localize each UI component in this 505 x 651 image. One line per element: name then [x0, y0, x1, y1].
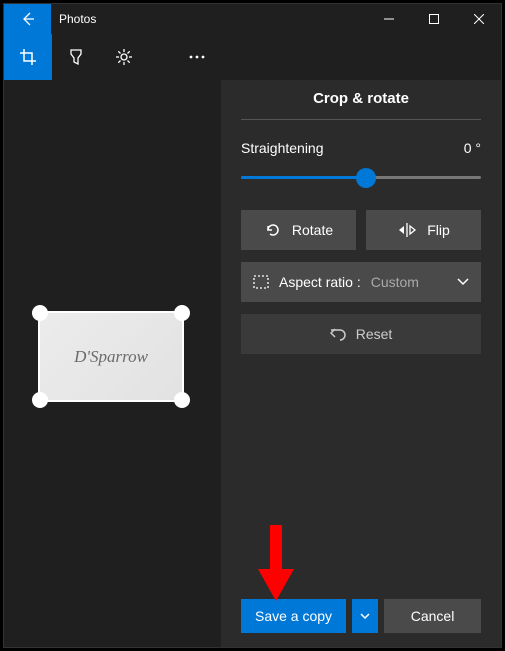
- reset-label: Reset: [356, 326, 393, 342]
- straighten-value: 0 °: [464, 140, 481, 156]
- titlebar: Photos: [4, 4, 501, 34]
- app-window: Photos D'Sparrow: [3, 3, 502, 648]
- crop-edge-top[interactable]: [40, 311, 182, 313]
- crop-edge-left[interactable]: [38, 313, 40, 400]
- cancel-button[interactable]: Cancel: [384, 599, 481, 633]
- flip-icon: [397, 223, 417, 237]
- rotate-label: Rotate: [292, 222, 333, 238]
- crop-handle-top-left[interactable]: [32, 305, 48, 321]
- more-button[interactable]: [173, 34, 221, 80]
- straighten-control: Straightening 0 °: [241, 140, 481, 188]
- rotate-button[interactable]: Rotate: [241, 210, 356, 250]
- chevron-down-icon: [457, 278, 469, 286]
- crop-handle-bottom-left[interactable]: [32, 392, 48, 408]
- slider-thumb[interactable]: [356, 168, 376, 188]
- undo-icon: [330, 327, 346, 341]
- crop-handle-top-right[interactable]: [174, 305, 190, 321]
- crop-tool-button[interactable]: [4, 34, 52, 80]
- window-controls: [366, 4, 501, 34]
- adjust-tool-button[interactable]: [100, 34, 148, 80]
- close-button[interactable]: [456, 4, 501, 34]
- crop-rotate-panel: Crop & rotate Straightening 0 ° Rotate: [221, 80, 501, 647]
- save-dropdown-button[interactable]: [352, 599, 378, 633]
- rotate-icon: [264, 221, 282, 239]
- aspect-ratio-dropdown[interactable]: Aspect ratio : Custom: [241, 262, 481, 302]
- editor-body: D'Sparrow Crop & rotate Straightening 0 …: [4, 80, 501, 647]
- flip-label: Flip: [427, 222, 450, 238]
- crop-edge-right[interactable]: [182, 313, 184, 400]
- back-button[interactable]: [4, 4, 51, 34]
- canvas-area[interactable]: D'Sparrow: [4, 80, 221, 647]
- window-title: Photos: [51, 12, 366, 26]
- aspect-label: Aspect ratio :: [279, 274, 361, 290]
- panel-footer: Save a copy Cancel: [241, 599, 481, 647]
- crop-frame[interactable]: D'Sparrow: [32, 305, 190, 408]
- straighten-slider[interactable]: [241, 168, 481, 188]
- reset-button[interactable]: Reset: [241, 314, 481, 354]
- image-preview: D'Sparrow: [40, 313, 182, 400]
- panel-title: Crop & rotate: [241, 80, 481, 119]
- image-content-text: D'Sparrow: [74, 347, 148, 367]
- crop-edge-bottom[interactable]: [40, 400, 182, 402]
- filters-tool-button[interactable]: [52, 34, 100, 80]
- aspect-value: Custom: [371, 274, 419, 290]
- maximize-button[interactable]: [411, 4, 456, 34]
- minimize-button[interactable]: [366, 4, 411, 34]
- aspect-icon: [253, 275, 269, 289]
- edit-toolbar: [4, 34, 501, 80]
- flip-button[interactable]: Flip: [366, 210, 481, 250]
- divider: [241, 119, 481, 120]
- straighten-label: Straightening: [241, 140, 324, 156]
- crop-handle-bottom-right[interactable]: [174, 392, 190, 408]
- save-copy-button[interactable]: Save a copy: [241, 599, 346, 633]
